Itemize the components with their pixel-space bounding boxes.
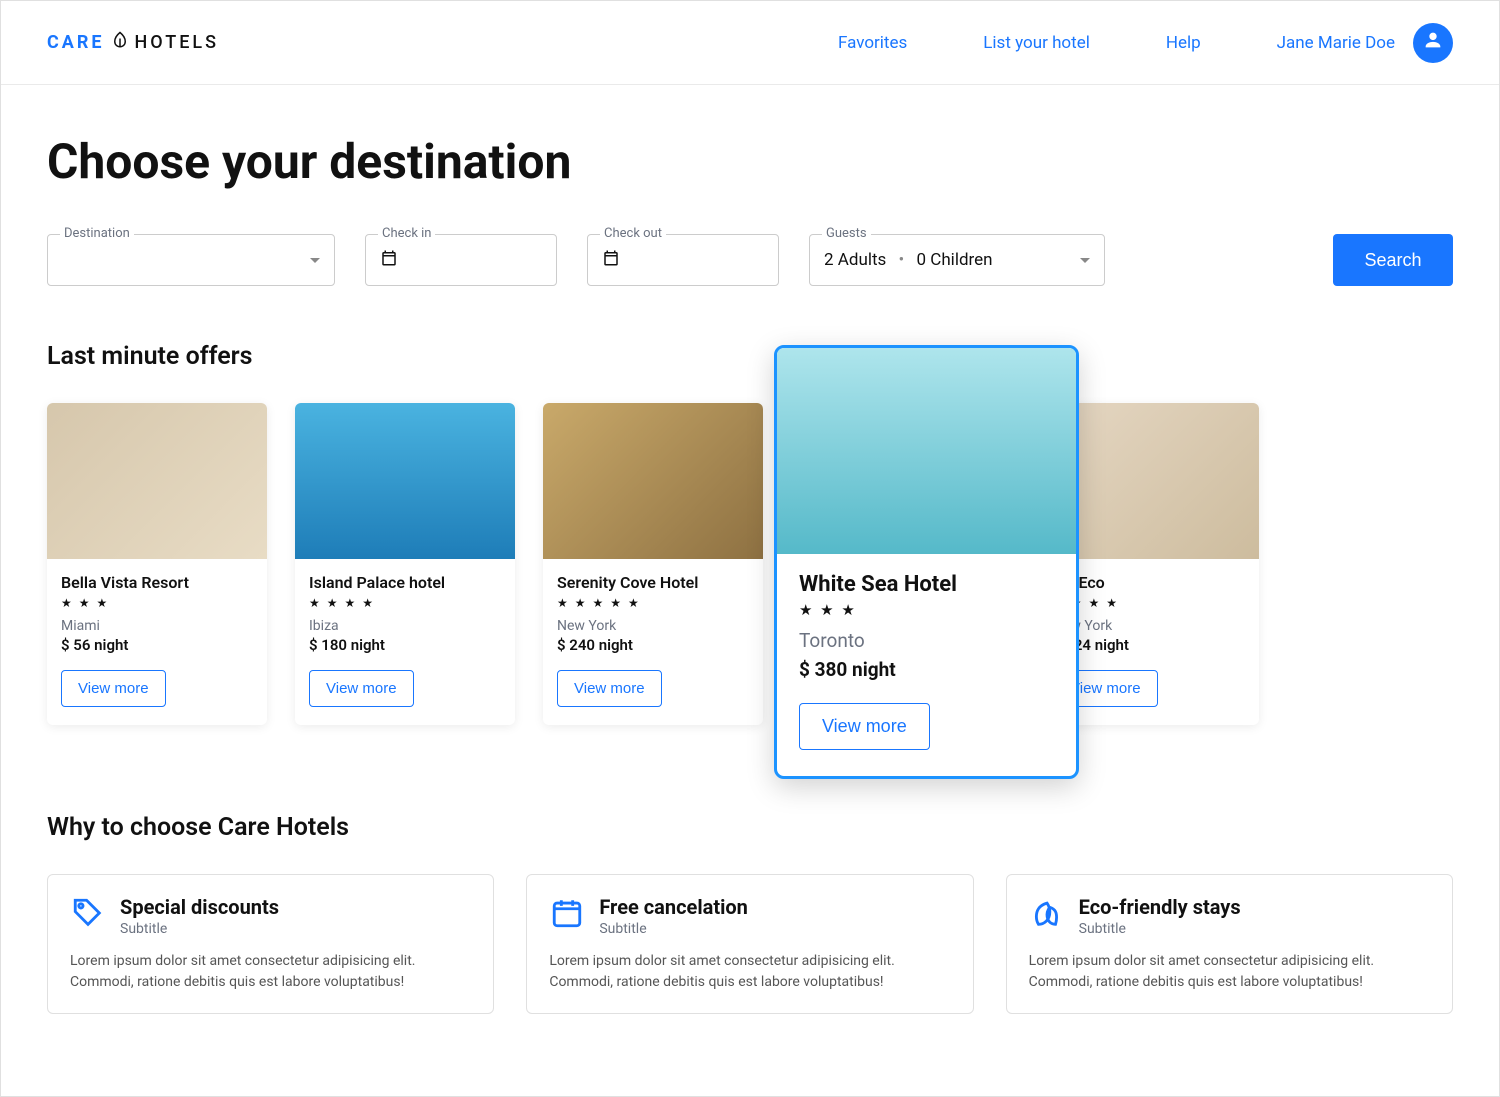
hotel-price: $ 324 night xyxy=(1053,636,1245,654)
hotel-price: $ 380 night xyxy=(799,658,1054,681)
guests-value: 2 Adults • 0 Children xyxy=(824,250,993,270)
logo-care: CARE xyxy=(47,32,105,53)
star-rating: ★ ★ ★ xyxy=(799,601,1054,619)
hotel-name: White Sea Hotel xyxy=(799,572,1054,597)
logo[interactable]: CARE HOTELS xyxy=(47,31,219,54)
user-name[interactable]: Jane Marie Doe xyxy=(1277,33,1395,53)
view-more-button[interactable]: View more xyxy=(309,670,414,707)
hotel-city: Ibiza xyxy=(309,618,501,634)
why-card-title: Special discounts xyxy=(120,895,279,919)
star-rating: ★ ★ ★ ★ xyxy=(1053,596,1245,610)
hotel-name: Island Palace hotel xyxy=(309,573,501,592)
why-card-subtitle: Subtitle xyxy=(1079,921,1241,937)
header: CARE HOTELS Favorites List your hotel He… xyxy=(1,1,1499,85)
logo-hotels: HOTELS xyxy=(135,32,220,53)
offers-title: Last minute offers xyxy=(47,342,1453,371)
checkin-field[interactable]: Check in xyxy=(365,234,557,286)
star-rating: ★ ★ ★ ★ xyxy=(309,596,501,610)
checkin-label: Check in xyxy=(378,226,435,241)
nav-favorites[interactable]: Favorites xyxy=(838,33,907,53)
destination-label: Destination xyxy=(60,226,134,241)
nav-help[interactable]: Help xyxy=(1166,33,1201,53)
checkout-label: Check out xyxy=(600,226,666,241)
guests-select[interactable]: Guests 2 Adults • 0 Children xyxy=(809,234,1105,286)
hotel-city: Miami xyxy=(61,618,253,634)
why-card-cancelation: Free cancelation Subtitle Lorem ipsum do… xyxy=(526,874,973,1014)
why-title: Why to choose Care Hotels xyxy=(47,813,1453,842)
why-card-discounts: Special discounts Subtitle Lorem ipsum d… xyxy=(47,874,494,1014)
tag-icon xyxy=(70,895,106,931)
leaf-icon xyxy=(1029,895,1065,931)
destination-select[interactable]: Destination xyxy=(47,234,335,286)
hotel-image xyxy=(777,348,1076,554)
why-card-eco: Eco-friendly stays Subtitle Lorem ipsum … xyxy=(1006,874,1453,1014)
view-more-button[interactable]: View more xyxy=(799,703,930,750)
calendar-icon xyxy=(380,249,398,271)
why-card-text: Lorem ipsum dolor sit amet consectetur a… xyxy=(70,951,471,993)
calendar-icon xyxy=(549,895,585,931)
why-card-title: Free cancelation xyxy=(599,895,748,919)
leaf-icon xyxy=(111,31,129,54)
hotel-city: New York xyxy=(1053,618,1245,634)
hotel-image xyxy=(543,403,763,559)
chevron-down-icon xyxy=(310,258,320,263)
view-more-button[interactable]: View more xyxy=(61,670,166,707)
offer-card[interactable]: Bella Vista Resort ★ ★ ★ Miami $ 56 nigh… xyxy=(47,403,267,725)
nav: Favorites List your hotel Help Jane Mari… xyxy=(838,23,1453,63)
hotel-name: Bella Vista Resort xyxy=(61,573,253,592)
offers-row: Bella Vista Resort ★ ★ ★ Miami $ 56 nigh… xyxy=(47,403,1453,725)
why-card-text: Lorem ipsum dolor sit amet consectetur a… xyxy=(549,951,950,993)
offer-card[interactable]: Serenity Cove Hotel ★ ★ ★ ★ ★ New York $… xyxy=(543,403,763,725)
calendar-icon xyxy=(602,249,620,271)
hotel-image xyxy=(295,403,515,559)
search-form: Destination Check in Check out Guests 2 … xyxy=(47,234,1453,286)
hotel-city: Toronto xyxy=(799,629,1054,652)
nav-list-hotel[interactable]: List your hotel xyxy=(983,33,1090,53)
hotel-price: $ 240 night xyxy=(557,636,749,654)
star-rating: ★ ★ ★ xyxy=(61,596,253,610)
view-more-button[interactable]: View more xyxy=(557,670,662,707)
avatar[interactable] xyxy=(1413,23,1453,63)
hotel-image xyxy=(47,403,267,559)
person-icon xyxy=(1422,29,1444,56)
chevron-down-icon xyxy=(1080,258,1090,263)
guests-label: Guests xyxy=(822,226,871,241)
search-button[interactable]: Search xyxy=(1333,234,1453,286)
why-card-text: Lorem ipsum dolor sit amet consectetur a… xyxy=(1029,951,1430,993)
user-block: Jane Marie Doe xyxy=(1277,23,1453,63)
checkout-field[interactable]: Check out xyxy=(587,234,779,286)
hotel-name: LuxEco xyxy=(1053,573,1245,592)
page-title: Choose your destination xyxy=(47,133,1453,190)
hotel-city: New York xyxy=(557,618,749,634)
why-card-subtitle: Subtitle xyxy=(599,921,748,937)
offer-card[interactable]: Island Palace hotel ★ ★ ★ ★ Ibiza $ 180 … xyxy=(295,403,515,725)
why-card-subtitle: Subtitle xyxy=(120,921,279,937)
hotel-price: $ 56 night xyxy=(61,636,253,654)
why-row: Special discounts Subtitle Lorem ipsum d… xyxy=(47,874,1453,1014)
offer-card-featured[interactable]: White Sea Hotel ★ ★ ★ Toronto $ 380 nigh… xyxy=(774,345,1079,779)
why-card-title: Eco-friendly stays xyxy=(1079,895,1241,919)
star-rating: ★ ★ ★ ★ ★ xyxy=(557,596,749,610)
main: Choose your destination Destination Chec… xyxy=(1,85,1499,1054)
hotel-name: Serenity Cove Hotel xyxy=(557,573,749,592)
hotel-price: $ 180 night xyxy=(309,636,501,654)
